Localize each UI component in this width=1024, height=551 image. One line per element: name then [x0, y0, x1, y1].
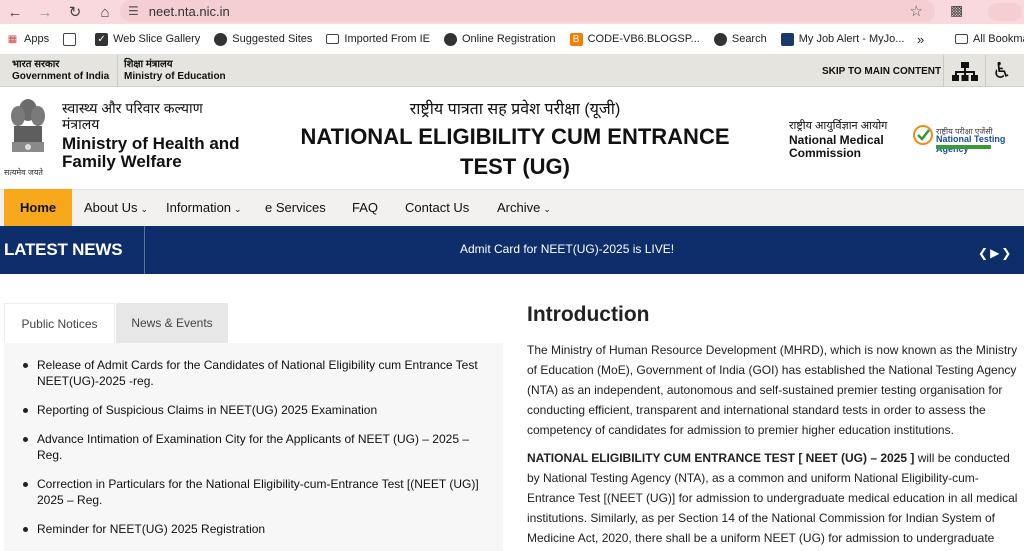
tab-news-events[interactable]: News & Events [116, 303, 228, 343]
bookmark-web-slice[interactable]: ✓ Web Slice Gallery [95, 32, 200, 46]
profile-button[interactable] [988, 3, 1022, 21]
bookmark-imported-ie[interactable]: Imported From IE [326, 33, 430, 45]
ministry-hindi-name: स्वास्थ्य और परिवार कल्याण मंत्रालय [62, 100, 203, 132]
bookmark-apps[interactable]: ▦ Apps [6, 33, 49, 46]
ministry-of-education-label: शिक्षा मंत्रालय Ministry of Education [124, 59, 226, 82]
nav-about-us[interactable]: About Us ⌄ [84, 189, 148, 226]
folder-icon [326, 34, 340, 44]
bookmarks-bar: ▦ Apps ✓ Web Slice Gallery Suggested Sit… [0, 24, 1024, 55]
intro-paragraph-2-bold: NATIONAL ELIGIBILITY CUM ENTRANCE TEST [… [527, 451, 915, 465]
forward-icon[interactable]: → [30, 0, 60, 24]
all-bookmarks-button[interactable]: All Bookma [955, 33, 1024, 45]
nmc-hindi-name: राष्ट्रीय आयुर्विज्ञान आयोग [789, 120, 888, 132]
back-icon[interactable]: ← [0, 0, 30, 24]
site-info-icon[interactable]: ☰ [128, 4, 139, 18]
tab-grid-icon [63, 32, 77, 46]
chevron-down-icon: ⌄ [140, 204, 149, 214]
bookmark-suggested-sites[interactable]: Suggested Sites [214, 32, 312, 46]
skip-to-main-content-link[interactable]: SKIP TO MAIN CONTENT [822, 66, 941, 77]
notice-list: Release of Admit Cards for the Candidate… [23, 357, 485, 537]
bookmarks-overflow-button[interactable]: » [917, 32, 924, 47]
notice-item[interactable]: Advance Intimation of Examination City f… [23, 431, 485, 463]
web-slice-icon: ✓ [95, 32, 109, 46]
gov-of-india-label: भारत सरकार Government of India [12, 59, 110, 82]
url-text: neet.nta.nic.in [148, 3, 230, 19]
divider [985, 55, 986, 87]
bookmark-star-icon[interactable]: ☆ [910, 2, 923, 20]
notice-item[interactable]: Reporting of Suspicious Claims in NEET(U… [23, 402, 485, 418]
ticker-news-item[interactable]: Admit Card for NEET(UG)-2025 is LIVE! [460, 242, 674, 256]
divider [943, 55, 944, 87]
national-emblem-icon [11, 99, 45, 152]
blogger-icon: B [569, 32, 583, 46]
bookmark-online-registration[interactable]: Online Registration [444, 32, 556, 46]
address-bar[interactable]: ☰ neet.nta.nic.in ☆ [120, 0, 935, 22]
next-icon[interactable]: ❯ [1001, 246, 1013, 260]
home-icon[interactable]: ⌂ [90, 0, 120, 24]
divider [117, 55, 118, 87]
bookmark-my-job-alert[interactable]: My Job Alert - MyJo... [780, 32, 904, 46]
nta-logo-bar [936, 145, 991, 149]
exam-title: NATIONAL ELIGIBILITY CUM ENTRANCE TEST (… [300, 124, 730, 179]
nav-contact-us[interactable]: Contact Us [405, 189, 469, 226]
ticker-controls: ❮▶❯ [978, 246, 1013, 260]
extensions-icon[interactable]: ▩ [950, 2, 963, 19]
intro-paragraph-1: The Ministry of Human Resource Developme… [527, 343, 1018, 437]
notice-item[interactable]: Correction in Particulars for the Nation… [23, 476, 485, 508]
chevron-down-icon: ⌄ [543, 204, 551, 214]
intro-paragraph-2-text: will be conducted by National Testing Ag… [527, 451, 1018, 545]
globe-icon [713, 32, 727, 46]
chevron-down-icon: ⌄ [234, 204, 242, 214]
bookmark-search[interactable]: Search [713, 32, 767, 46]
notice-item[interactable]: Release of Admit Cards for the Candidate… [23, 357, 485, 389]
exam-hindi-title: राष्ट्रीय पात्रता सह प्रवेश परीक्षा (यूज… [409, 101, 621, 118]
intro-title: Introduction [527, 303, 650, 326]
accessibility-icon[interactable]: ♿ [992, 58, 1012, 84]
bookmark-code-vb6[interactable]: B CODE-VB6.BLOGSP... [569, 32, 700, 46]
emblem-motto: सत्यमेव जयते [4, 168, 43, 177]
folder-icon [955, 34, 968, 44]
bookmark-tab-grid[interactable] [63, 32, 81, 46]
reload-icon[interactable]: ↻ [60, 0, 90, 24]
ministry-name: Ministry of Health and Family Welfare [62, 134, 240, 171]
nta-logo-icon [913, 125, 933, 145]
nav-faq[interactable]: FAQ [352, 189, 378, 226]
nmc-name: National Medical Commission [789, 133, 884, 160]
intro-paragraph-2: NATIONAL ELIGIBILITY CUM ENTRANCE TEST [… [527, 448, 1022, 548]
prev-icon[interactable]: ❮ [978, 246, 990, 260]
latest-news-label: LATEST NEWS [0, 226, 145, 274]
globe-icon [444, 32, 457, 46]
nta-name: National Testing Agency [936, 134, 1006, 154]
notice-item[interactable]: Reminder for NEET(UG) 2025 Registration [23, 521, 485, 537]
globe-icon [214, 32, 228, 46]
nav-information[interactable]: Information ⌄ [166, 189, 242, 226]
nav-archive[interactable]: Archive ⌄ [497, 189, 551, 226]
play-icon[interactable]: ▶ [990, 246, 1001, 260]
tab-public-notices[interactable]: Public Notices [4, 303, 115, 343]
nav-e-services[interactable]: e Services [265, 189, 326, 226]
nav-home[interactable]: Home [4, 189, 73, 226]
apps-grid-icon: ▦ [7, 33, 18, 45]
bookmark-page-icon [780, 32, 794, 46]
sitemap-icon[interactable] [952, 62, 978, 82]
